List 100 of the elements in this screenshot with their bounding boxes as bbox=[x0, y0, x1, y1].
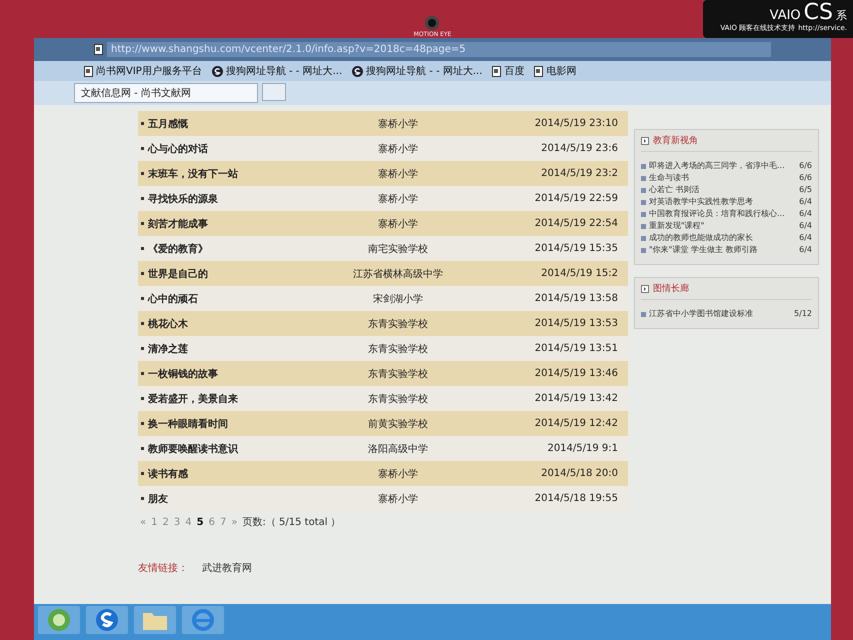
article-row[interactable]: 《爱的教育》 南宅实验学校 2014/5/19 15:35 bbox=[138, 236, 628, 261]
browser-icon[interactable] bbox=[191, 608, 215, 632]
post-time: 2014/5/18 19:55 bbox=[534, 493, 618, 504]
bullet-icon bbox=[141, 447, 144, 450]
post-time: 2014/5/19 22:59 bbox=[534, 193, 618, 204]
article-title[interactable]: 一枚铜钱的故事 bbox=[148, 366, 218, 380]
new-tab-button[interactable] bbox=[262, 83, 286, 101]
article-row[interactable]: 桃花心木 东青实验学校 2014/5/19 13:53 bbox=[138, 311, 628, 336]
news-link[interactable]: 中国教育报评论员：培育和践行核心... bbox=[641, 208, 785, 220]
bullet-icon bbox=[141, 222, 144, 225]
bullet-icon bbox=[141, 372, 144, 375]
sogou-icon bbox=[352, 66, 364, 76]
article-title[interactable]: 读书有感 bbox=[148, 466, 188, 480]
bullet-icon bbox=[141, 397, 144, 400]
bullet-icon bbox=[141, 422, 144, 425]
post-time: 2014/5/19 13:46 bbox=[534, 368, 618, 379]
bullet-icon bbox=[141, 472, 144, 475]
news-date: 6/4 bbox=[799, 232, 812, 244]
bullet-icon bbox=[141, 197, 144, 200]
post-time: 2014/5/19 15:2 bbox=[540, 268, 618, 279]
article-title[interactable]: 爱若盛开，美景自来 bbox=[148, 392, 238, 406]
article-title[interactable]: 心与心的对话 bbox=[148, 142, 208, 156]
news-date: 5/12 bbox=[794, 308, 812, 320]
links-label: 友情链接： bbox=[138, 562, 188, 575]
post-time: 2014/5/19 15:35 bbox=[534, 243, 618, 254]
article-title[interactable]: 桃花心木 bbox=[148, 316, 188, 330]
news-link[interactable]: 成功的教师也能做成功的家长 bbox=[641, 232, 753, 244]
favorite-link[interactable]: 电影网 bbox=[534, 64, 576, 78]
page-link[interactable]: 5 bbox=[196, 516, 204, 528]
news-link[interactable]: "你来"课堂 学生做主 教师引路 bbox=[641, 244, 758, 256]
article-row[interactable]: 心与心的对话 寨桥小学 2014/5/19 23:6 bbox=[138, 136, 628, 161]
article-title[interactable]: 五月感慨 bbox=[148, 116, 188, 130]
article-row[interactable]: 五月感慨 寨桥小学 2014/5/19 23:10 bbox=[138, 111, 628, 136]
expand-icon bbox=[641, 284, 649, 292]
post-time: 2014/5/19 13:42 bbox=[534, 393, 618, 404]
news-link[interactable]: 即将进入考场的高三同学，省淳中毛... bbox=[641, 160, 785, 172]
post-time: 2014/5/18 20:0 bbox=[540, 468, 618, 479]
article-row[interactable]: 教师要唤醒读书意识 洛阳高级中学 2014/5/19 9:1 bbox=[138, 436, 628, 461]
favorite-link[interactable]: 百度 bbox=[492, 64, 524, 78]
news-link[interactable]: 江苏省中小学图书馆建设标准 bbox=[641, 308, 753, 320]
bullet-icon bbox=[141, 322, 144, 325]
article-row[interactable]: 换一种眼睛看时间 前黄实验学校 2014/5/19 12:42 bbox=[138, 411, 628, 436]
article-title[interactable]: 换一种眼睛看时间 bbox=[148, 416, 228, 430]
article-row[interactable]: 清净之莲 东青实验学校 2014/5/19 13:51 bbox=[138, 336, 628, 361]
sogou-icon[interactable] bbox=[95, 608, 119, 632]
bullet-icon bbox=[141, 297, 144, 300]
article-title[interactable]: 末班车，没有下一站 bbox=[148, 166, 238, 180]
article-title[interactable]: 刻苦才能成事 bbox=[148, 216, 208, 230]
article-title[interactable]: 教师要唤醒读书意识 bbox=[148, 442, 238, 456]
post-time: 2014/5/19 13:58 bbox=[534, 293, 618, 304]
favorite-link[interactable]: 搜狗网址导航 - - 网址大... bbox=[352, 64, 482, 78]
sticker-brand: VAIO bbox=[770, 8, 801, 23]
bullet-icon bbox=[141, 172, 144, 175]
article-row[interactable]: 一枚铜钱的故事 东青实验学校 2014/5/19 13:46 bbox=[138, 361, 628, 386]
favorite-link[interactable]: 尚书网VIP用户服务平台 bbox=[84, 64, 202, 78]
bullet-icon bbox=[141, 347, 144, 350]
post-time: 2014/5/19 13:51 bbox=[534, 343, 618, 354]
news-date: 6/4 bbox=[799, 244, 812, 256]
page-icon bbox=[534, 66, 544, 76]
article-title[interactable]: 清净之莲 bbox=[148, 342, 188, 356]
article-row[interactable]: 刻苦才能成事 寨桥小学 2014/5/19 22:54 bbox=[138, 211, 628, 236]
browser-tab[interactable]: 文献信息网 - 尚书文献网 bbox=[74, 83, 258, 103]
favorite-link[interactable]: 搜狗网址导航 - - 网址大... bbox=[212, 64, 342, 78]
article-row[interactable]: 心中的顽石 宋剑湖小学 2014/5/19 13:58 bbox=[138, 286, 628, 311]
news-link[interactable]: 对英语教学中实践性教学思考 bbox=[641, 196, 753, 208]
article-row[interactable]: 读书有感 寨桥小学 2014/5/18 20:0 bbox=[138, 461, 628, 486]
friend-link[interactable]: 武进教育网 bbox=[202, 561, 252, 575]
news-date: 6/4 bbox=[799, 196, 812, 208]
school-name: 前黄实验学校 bbox=[367, 418, 429, 430]
article-row[interactable]: 朋友 寨桥小学 2014/5/18 19:55 bbox=[138, 486, 628, 511]
article-title[interactable]: 朋友 bbox=[148, 492, 168, 506]
school-name: 寨桥小学 bbox=[377, 168, 419, 180]
school-name: 南宅实验学校 bbox=[367, 242, 429, 256]
post-time: 2014/5/19 12:42 bbox=[534, 418, 618, 429]
school-name: 寨桥小学 bbox=[377, 192, 419, 206]
school-name: 寨桥小学 bbox=[377, 492, 419, 506]
school-name: 洛阳高级中学 bbox=[367, 442, 429, 456]
school-name: 东青实验学校 bbox=[367, 392, 429, 406]
page-count: 页数:（ 5/15 total ） bbox=[242, 516, 341, 529]
sticker-model: CS bbox=[804, 3, 833, 23]
news-link[interactable]: 重新发现"课程" bbox=[641, 220, 704, 232]
article-title[interactable]: 《爱的教育》 bbox=[148, 242, 208, 256]
taskbar-button[interactable] bbox=[86, 606, 128, 634]
article-row[interactable]: 寻找快乐的源泉 寨桥小学 2014/5/19 22:59 bbox=[138, 186, 628, 211]
article-title[interactable]: 心中的顽石 bbox=[148, 292, 198, 306]
article-title[interactable]: 寻找快乐的源泉 bbox=[148, 192, 218, 206]
bullet-icon bbox=[141, 497, 144, 500]
article-row[interactable]: 末班车，没有下一站 寨桥小学 2014/5/19 23:2 bbox=[138, 161, 628, 186]
start-orb-icon[interactable] bbox=[47, 608, 71, 632]
taskbar-button[interactable] bbox=[38, 606, 80, 634]
article-title[interactable]: 世界是自己的 bbox=[148, 266, 208, 280]
article-row[interactable]: 世界是自己的 江苏省横林高级中学 2014/5/19 15:2 bbox=[138, 261, 628, 286]
news-date: 6/5 bbox=[799, 184, 812, 196]
article-row[interactable]: 爱若盛开，美景自来 东青实验学校 2014/5/19 13:42 bbox=[138, 386, 628, 411]
news-link[interactable]: 心若亡 书则活 bbox=[641, 184, 700, 196]
news-date: 6/6 bbox=[799, 172, 812, 184]
news-link[interactable]: 生命与读书 bbox=[641, 172, 689, 184]
post-time: 2014/5/19 23:10 bbox=[534, 118, 618, 129]
school-name: 寨桥小学 bbox=[377, 218, 419, 230]
school-name: 东青实验学校 bbox=[367, 342, 429, 356]
